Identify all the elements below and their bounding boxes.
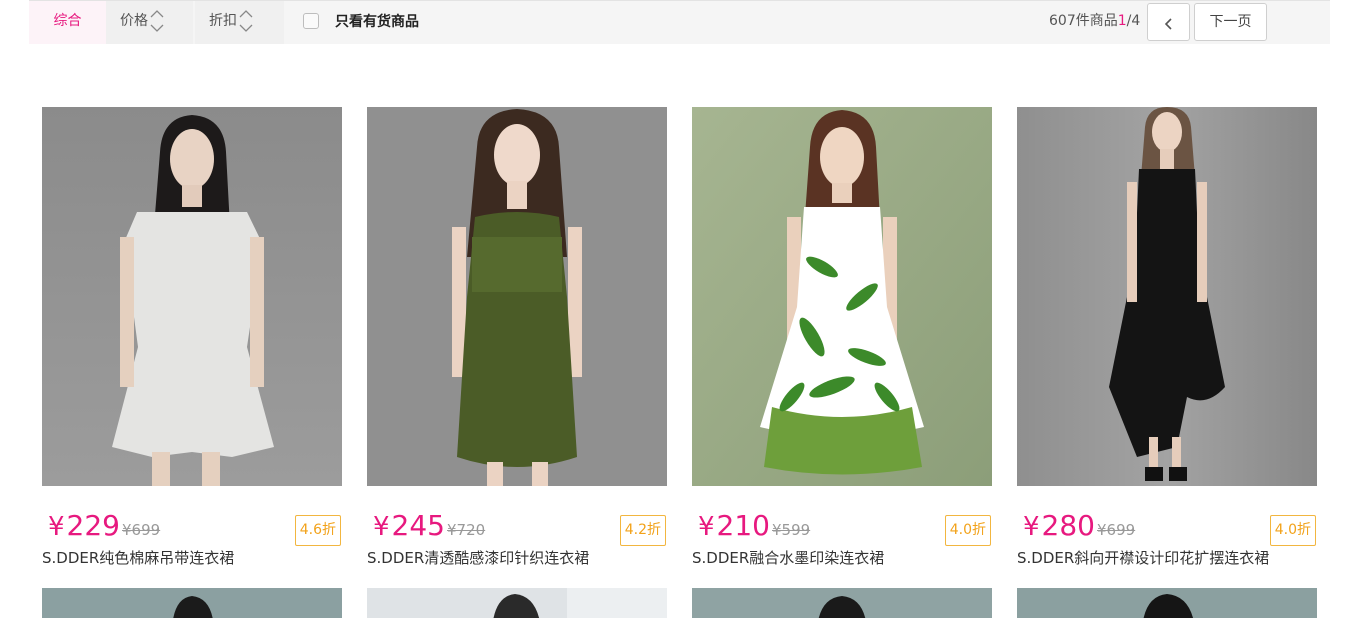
pager-summary: 607件商品1/4 — [1049, 1, 1140, 41]
chevron-left-icon — [1164, 18, 1172, 30]
sort-tab-discount[interactable]: 折扣 — [195, 1, 284, 44]
sort-filter-bar: 综合 价格 折扣 只看有货商品 607件商品1/4 下一页 — [29, 0, 1330, 44]
discount-badge: 4.2折 — [619, 515, 666, 546]
sale-price: ¥245 ¥720 — [373, 509, 485, 542]
discount-badge: 4.6折 — [294, 515, 341, 546]
sort-arrows-icon — [150, 8, 164, 34]
next-page-button[interactable]: 下一页 — [1194, 3, 1267, 41]
product-listing-page: 综合 价格 折扣 只看有货商品 607件商品1/4 下一页 ¥229 ¥699 … — [0, 0, 1360, 618]
product-image[interactable] — [42, 588, 342, 618]
sale-price: ¥210 ¥599 — [698, 509, 810, 542]
sort-tab-comprehensive[interactable]: 综合 — [29, 1, 106, 44]
original-price: ¥699 — [122, 521, 161, 539]
price-value: 229 — [66, 509, 120, 542]
sale-price: ¥229 ¥699 — [48, 509, 160, 542]
price-value: 280 — [1041, 509, 1095, 542]
price-value: 245 — [391, 509, 445, 542]
sort-tab-label: 综合 — [53, 13, 82, 29]
product-image[interactable] — [1017, 588, 1317, 618]
product-image[interactable] — [692, 588, 992, 618]
sort-arrows-icon — [239, 8, 253, 34]
product-name[interactable]: S.DDER纯色棉麻吊带连衣裙 — [42, 547, 234, 568]
discount-badge: 4.0折 — [944, 515, 991, 546]
sort-tab-price[interactable]: 价格 — [106, 1, 193, 44]
currency-symbol: ¥ — [48, 512, 65, 542]
original-price: ¥699 — [1097, 521, 1136, 539]
currency-symbol: ¥ — [1023, 512, 1040, 542]
sort-tab-label: 价格 — [120, 13, 148, 29]
product-image[interactable] — [1017, 107, 1317, 486]
product-image[interactable] — [692, 107, 992, 486]
product-name[interactable]: S.DDER融合水墨印染连衣裙 — [692, 547, 884, 568]
in-stock-checkbox[interactable] — [303, 13, 319, 29]
sale-price: ¥280 ¥699 — [1023, 509, 1135, 542]
price-value: 210 — [716, 509, 770, 542]
original-price: ¥599 — [772, 521, 811, 539]
sort-tab-label: 折扣 — [209, 13, 237, 29]
next-page-label: 下一页 — [1209, 14, 1252, 30]
product-image[interactable] — [367, 107, 667, 486]
product-count: 607件商品 — [1049, 13, 1118, 29]
currency-symbol: ¥ — [698, 512, 715, 542]
total-pages: 4 — [1131, 13, 1141, 29]
current-page: 1 — [1117, 13, 1127, 29]
product-name[interactable]: S.DDER斜向开襟设计印花扩摆连衣裙 — [1017, 547, 1269, 568]
product-image[interactable] — [367, 588, 667, 618]
product-image[interactable] — [42, 107, 342, 486]
product-name[interactable]: S.DDER清透酷感漆印针织连衣裙 — [367, 547, 589, 568]
in-stock-label: 只看有货商品 — [335, 14, 419, 30]
prev-page-button[interactable] — [1147, 3, 1190, 41]
original-price: ¥720 — [447, 521, 486, 539]
discount-badge: 4.0折 — [1269, 515, 1316, 546]
currency-symbol: ¥ — [373, 512, 390, 542]
